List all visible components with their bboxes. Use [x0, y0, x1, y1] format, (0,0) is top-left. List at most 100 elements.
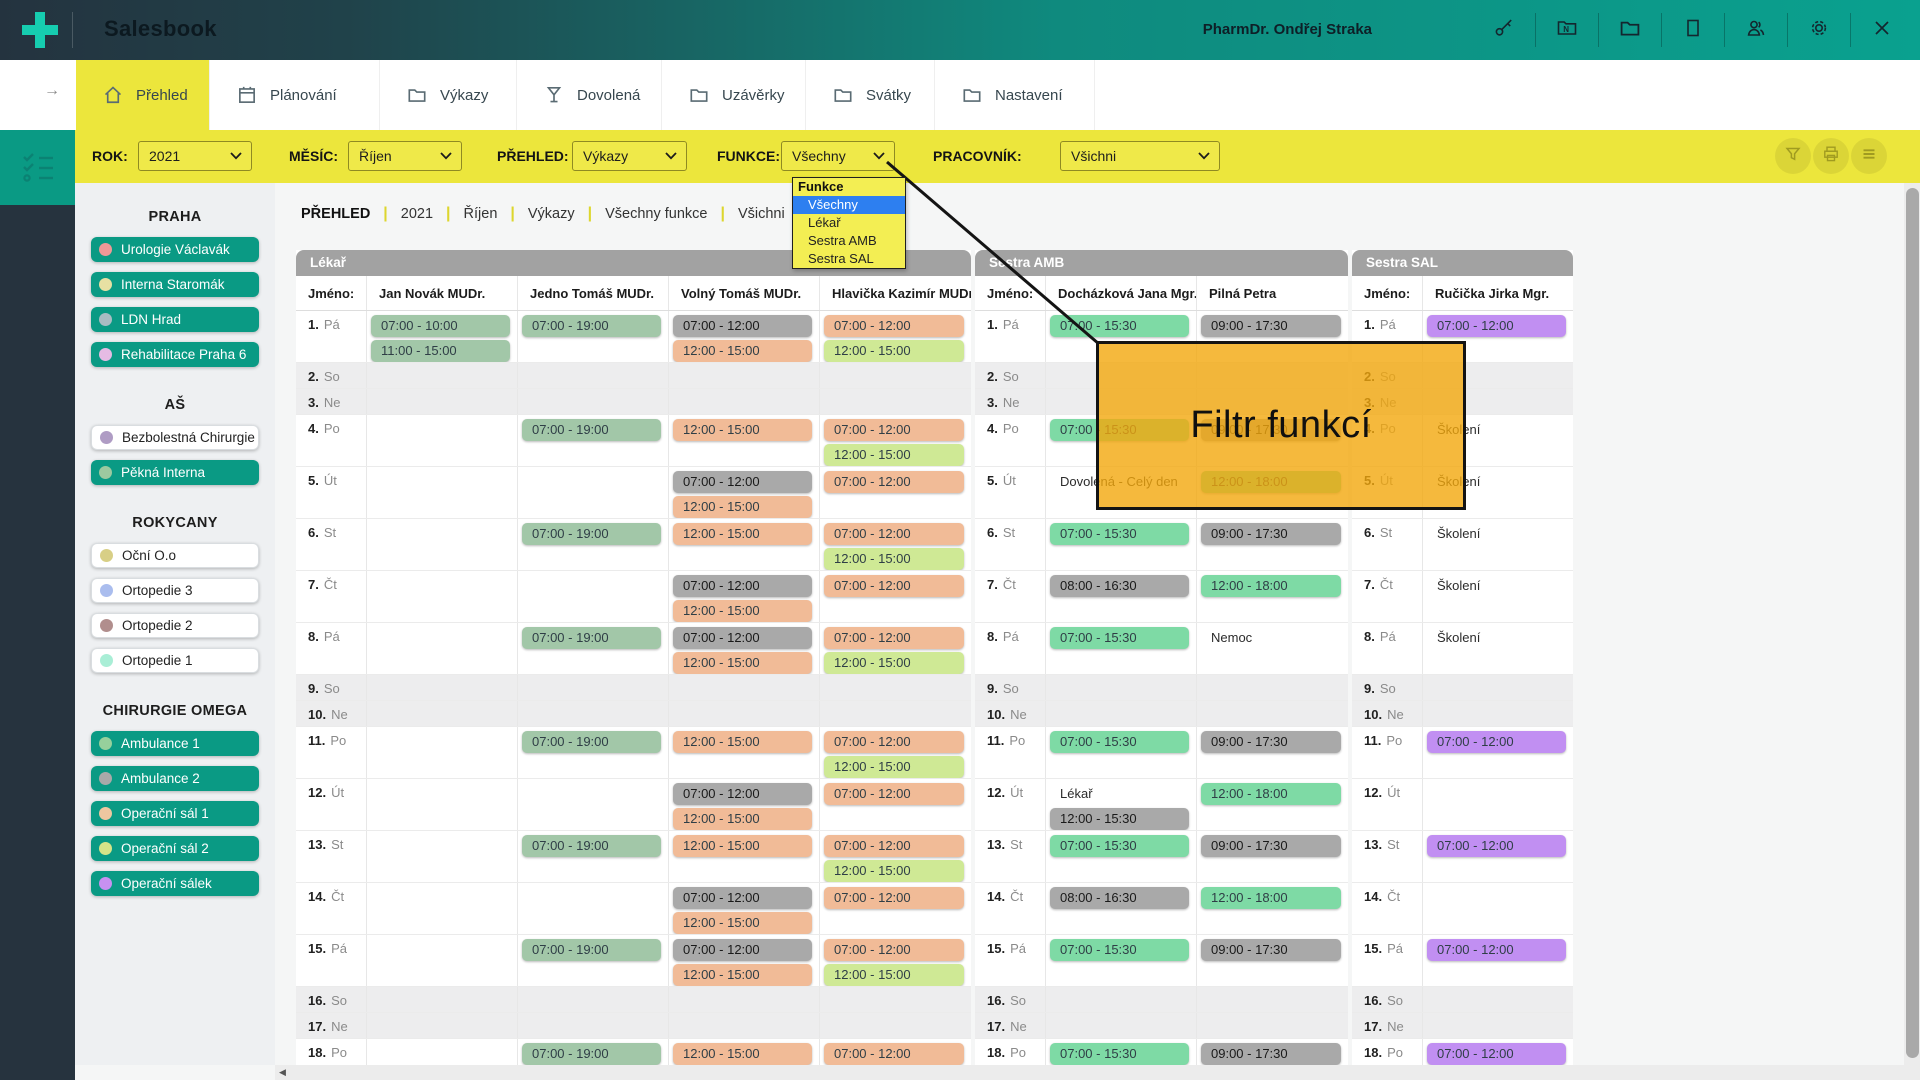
shift-pill[interactable]: 07:00 - 12:00	[824, 627, 964, 649]
shift-pill[interactable]: 12:00 - 15:00	[673, 1043, 812, 1065]
dropdown-option-sestra-amb[interactable]: Sestra AMB	[793, 232, 905, 250]
shift-pill[interactable]: 07:00 - 19:00	[522, 523, 661, 545]
shift-pill[interactable]: 07:00 - 12:00	[824, 939, 964, 961]
sidebar-item-ortopedie-3[interactable]: Ortopedie 3	[91, 578, 259, 603]
shift-pill[interactable]: 12:00 - 15:00	[673, 652, 812, 674]
sidebar-item-rehabilitace-praha-6[interactable]: Rehabilitace Praha 6	[91, 342, 259, 367]
shift-pill[interactable]: 09:00 - 17:30	[1201, 523, 1341, 545]
sidebar-item-bezbolestn-chirurgie[interactable]: Bezbolestná Chirurgie	[91, 425, 259, 450]
sidebar-item-ldn-hrad[interactable]: LDN Hrad	[91, 307, 259, 332]
tab-svátky[interactable]: Svátky	[806, 60, 935, 130]
tab-výkazy[interactable]: Výkazy	[380, 60, 517, 130]
shift-pill[interactable]: 12:00 - 15:00	[824, 860, 964, 882]
shift-pill[interactable]: 07:00 - 12:00	[673, 315, 812, 337]
tab-dovolená[interactable]: Dovolená	[517, 60, 662, 130]
shift-pill[interactable]: 11:00 - 15:00	[371, 340, 510, 362]
shift-pill[interactable]: 07:00 - 12:00	[824, 315, 964, 337]
shift-pill[interactable]: 08:00 - 16:30	[1050, 887, 1189, 909]
shift-pill[interactable]: 07:00 - 15:30	[1050, 627, 1189, 649]
shift-pill[interactable]: 07:00 - 12:00	[1427, 835, 1566, 857]
sidebar-item-opera-n-s-l-2[interactable]: Operační sál 2	[91, 836, 259, 861]
shift-pill[interactable]: 07:00 - 19:00	[522, 627, 661, 649]
shift-pill[interactable]: 12:00 - 15:00	[824, 444, 964, 466]
shift-pill[interactable]: 07:00 - 12:00	[673, 939, 812, 961]
settings-button[interactable]	[1799, 10, 1839, 50]
shift-pill[interactable]: 12:00 - 15:00	[673, 964, 812, 986]
back-arrow-icon[interactable]: →	[44, 82, 60, 100]
shift-pill[interactable]: 07:00 - 12:00	[673, 471, 812, 493]
shift-pill[interactable]: 07:00 - 12:00	[824, 887, 964, 909]
folder-button[interactable]	[1610, 10, 1650, 50]
shift-pill[interactable]: 07:00 - 12:00	[824, 1043, 964, 1065]
shift-pill[interactable]: 07:00 - 12:00	[824, 835, 964, 857]
shift-pill[interactable]: 07:00 - 15:30	[1050, 1043, 1189, 1065]
sidebar-item-interna-starom-k[interactable]: Interna Staromák	[91, 272, 259, 297]
sidebar-item-ortopedie-1[interactable]: Ortopedie 1	[91, 648, 259, 673]
tab-plánování[interactable]: Plánování	[210, 60, 380, 130]
shift-pill[interactable]: 12:00 - 15:00	[824, 548, 964, 570]
shift-pill[interactable]: 12:00 - 15:00	[824, 652, 964, 674]
shift-pill[interactable]: 07:00 - 19:00	[522, 419, 661, 441]
shift-pill[interactable]: 09:00 - 17:30	[1201, 835, 1341, 857]
sidebar-item-p-kn-interna[interactable]: Pěkná Interna	[91, 460, 259, 485]
shift-pill[interactable]: 12:00 - 15:00	[673, 600, 812, 622]
shift-pill[interactable]: 07:00 - 19:00	[522, 835, 661, 857]
sidebar-item-ortopedie-2[interactable]: Ortopedie 2	[91, 613, 259, 638]
shift-pill[interactable]: 12:00 - 15:00	[673, 731, 812, 753]
shift-pill[interactable]: 07:00 - 15:30	[1050, 835, 1189, 857]
shift-pill[interactable]: 07:00 - 12:00	[673, 783, 812, 805]
tab-nastavení[interactable]: Nastavení	[935, 60, 1095, 130]
shift-pill[interactable]: 07:00 - 10:00	[371, 315, 510, 337]
filter-select-rok[interactable]: 2021	[138, 141, 252, 171]
shift-pill[interactable]: 12:00 - 18:00	[1201, 783, 1341, 805]
close-button[interactable]	[1862, 10, 1902, 50]
shift-pill[interactable]: 12:00 - 15:00	[824, 756, 964, 778]
sidebar-item-ambulance-1[interactable]: Ambulance 1	[91, 731, 259, 756]
shift-pill[interactable]: 09:00 - 17:30	[1201, 731, 1341, 753]
print-button[interactable]	[1813, 138, 1849, 174]
page-button[interactable]	[1673, 10, 1713, 50]
menu-button[interactable]	[1851, 138, 1887, 174]
shift-pill[interactable]: 08:00 - 16:30	[1050, 575, 1189, 597]
horizontal-scrollbar[interactable]: ◀	[275, 1065, 1904, 1080]
shift-pill[interactable]: 07:00 - 12:00	[673, 627, 812, 649]
shift-pill[interactable]: 07:00 - 12:00	[1427, 315, 1566, 337]
filter-button[interactable]	[1775, 138, 1811, 174]
shift-pill[interactable]: 09:00 - 17:30	[1201, 1043, 1341, 1065]
sidebar-item-urologie-v-clav-k[interactable]: Urologie Václavák	[91, 237, 259, 262]
shift-pill[interactable]: 07:00 - 12:00	[824, 523, 964, 545]
shift-pill[interactable]: 07:00 - 12:00	[673, 887, 812, 909]
shift-pill[interactable]: 07:00 - 12:00	[1427, 939, 1566, 961]
scroll-left-arrow-icon[interactable]: ◀	[279, 1067, 286, 1078]
shift-pill[interactable]: 07:00 - 12:00	[824, 575, 964, 597]
filter-select-funkce[interactable]: Všechny	[781, 141, 895, 171]
shift-pill[interactable]: 12:00 - 18:00	[1201, 575, 1341, 597]
shift-pill[interactable]: 07:00 - 19:00	[522, 939, 661, 961]
shift-pill[interactable]: 07:00 - 19:00	[522, 731, 661, 753]
shift-pill[interactable]: 12:00 - 15:00	[673, 419, 812, 441]
vertical-scrollbar-thumb[interactable]	[1906, 188, 1919, 1058]
shift-pill[interactable]: 12:00 - 15:00	[673, 496, 812, 518]
shift-pill[interactable]: 12:00 - 15:00	[673, 835, 812, 857]
shift-pill[interactable]: 07:00 - 12:00	[1427, 1043, 1566, 1065]
users-button[interactable]	[1736, 10, 1776, 50]
tab-přehled[interactable]: Přehled	[76, 60, 210, 130]
shift-pill[interactable]: 07:00 - 12:00	[1427, 731, 1566, 753]
sidebar-item-o-n-o-o[interactable]: Oční O.o	[91, 543, 259, 568]
shift-pill[interactable]: 12:00 - 15:00	[673, 808, 812, 830]
rail-checklist-button[interactable]	[0, 130, 75, 205]
shift-pill[interactable]: 07:00 - 15:30	[1050, 731, 1189, 753]
sidebar-item-ambulance-2[interactable]: Ambulance 2	[91, 766, 259, 791]
shift-pill[interactable]: 07:00 - 15:30	[1050, 315, 1189, 337]
shift-pill[interactable]: 09:00 - 17:30	[1201, 939, 1341, 961]
dropdown-option-sestra-sal[interactable]: Sestra SAL	[793, 250, 905, 268]
shift-pill[interactable]: 07:00 - 12:00	[673, 575, 812, 597]
key-button[interactable]	[1484, 10, 1524, 50]
shift-pill[interactable]: 07:00 - 12:00	[824, 731, 964, 753]
shift-pill[interactable]: 07:00 - 12:00	[824, 419, 964, 441]
filter-select-prehled[interactable]: Výkazy	[572, 141, 687, 171]
shift-pill[interactable]: 12:00 - 15:30	[1050, 808, 1189, 830]
dropdown-option-všechny[interactable]: Všechny	[793, 196, 905, 214]
shift-pill[interactable]: 07:00 - 15:30	[1050, 939, 1189, 961]
shift-pill[interactable]: 12:00 - 18:00	[1201, 887, 1341, 909]
